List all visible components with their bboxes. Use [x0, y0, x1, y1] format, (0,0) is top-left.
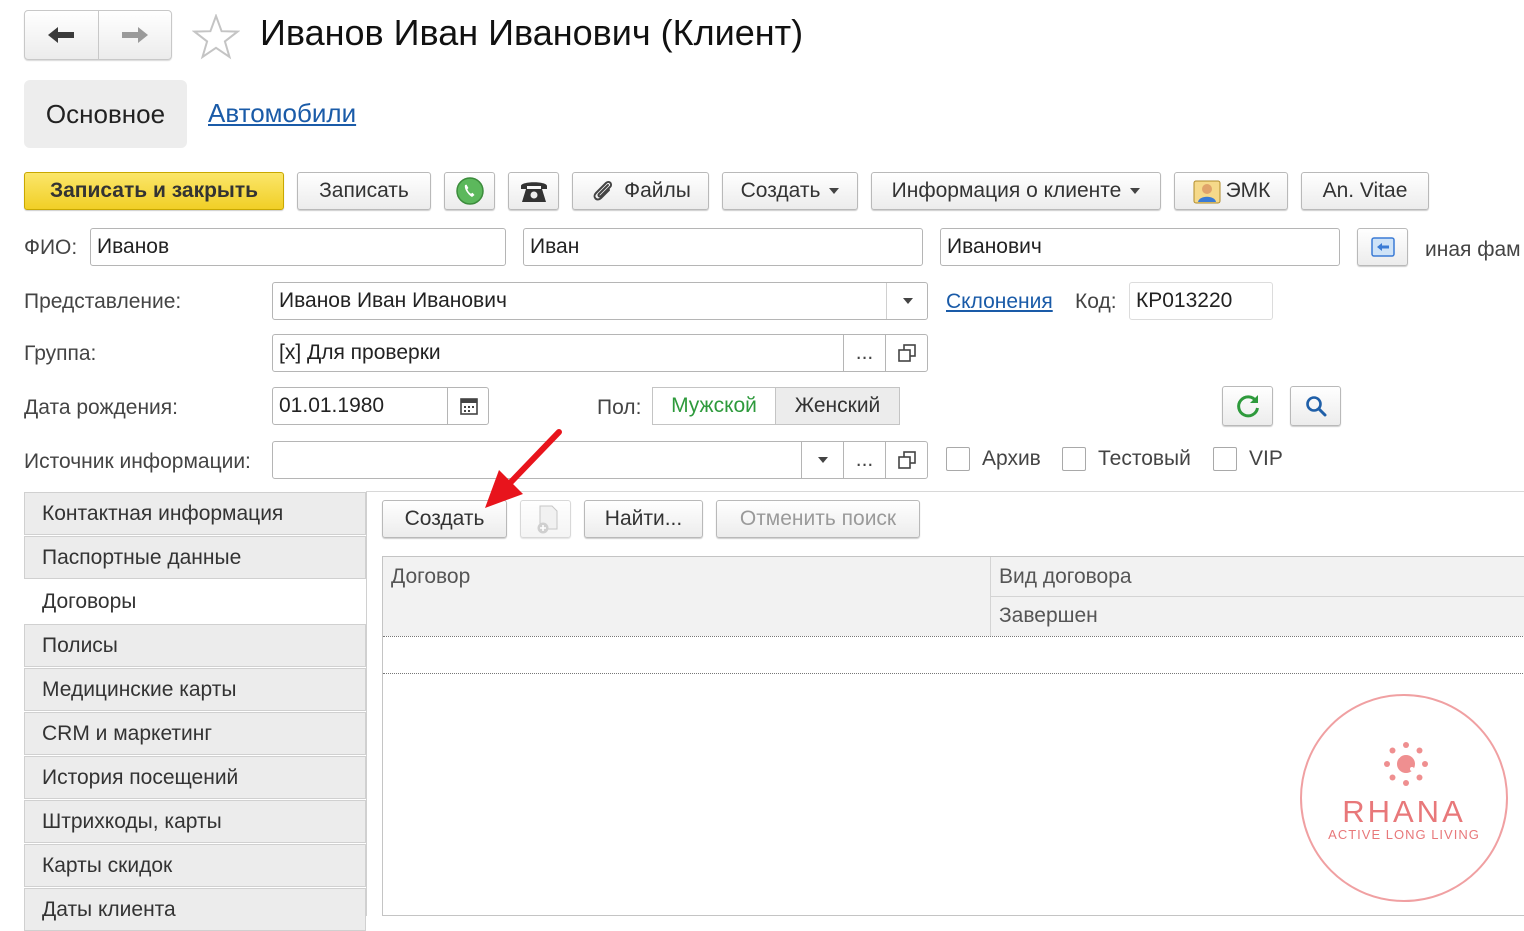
- paperclip-icon: [593, 180, 613, 201]
- name-swap-icon: [1370, 237, 1395, 257]
- presentation-label: Представление:: [24, 290, 182, 313]
- rhana-logo: RHANA ACTIVE LONG LIVING: [1300, 694, 1508, 902]
- fio-label: ФИО:: [24, 236, 78, 259]
- side-item-visit-history[interactable]: История посещений: [24, 756, 366, 799]
- gender-switch: Мужской Женский: [652, 387, 900, 425]
- telephone-icon: [520, 182, 547, 202]
- column-header-completed[interactable]: Завершен: [991, 597, 1524, 636]
- source-select-button[interactable]: ...: [843, 442, 885, 478]
- side-item-policies[interactable]: Полисы: [24, 624, 366, 667]
- contracts-cancel-search-button[interactable]: Отменить поиск: [716, 500, 920, 538]
- tab-cars[interactable]: Автомобили: [208, 98, 356, 129]
- green-phone-icon: [455, 177, 484, 205]
- files-label: Файлы: [624, 179, 691, 202]
- code-field[interactable]: КР013220: [1129, 282, 1273, 320]
- side-item-client-dates[interactable]: Даты клиента: [24, 888, 366, 931]
- checkbox-box[interactable]: [946, 447, 970, 471]
- birth-date-label: Дата рождения:: [24, 396, 178, 419]
- first-name-field[interactable]: Иван: [523, 228, 923, 266]
- swap-name-button[interactable]: [1357, 228, 1408, 266]
- forward-button[interactable]: [97, 11, 172, 59]
- search-button[interactable]: [1290, 386, 1341, 426]
- side-navigation: Контактная информация Паспортные данные …: [24, 492, 366, 931]
- chevron-down-icon: [1130, 188, 1141, 194]
- contracts-find-button[interactable]: Найти...: [584, 500, 703, 538]
- last-name-field[interactable]: Иванов: [90, 228, 506, 266]
- side-item-medical-cards[interactable]: Медицинские карты: [24, 668, 366, 711]
- presentation-dropdown-button[interactable]: [886, 283, 928, 319]
- files-button[interactable]: Файлы: [572, 172, 709, 210]
- test-label: Тестовый: [1098, 447, 1191, 470]
- telephony-button[interactable]: [508, 172, 559, 210]
- emk-button[interactable]: ЭМК: [1174, 172, 1288, 210]
- call-button[interactable]: [444, 172, 495, 210]
- annotation-arrow-icon: [485, 429, 562, 508]
- save-and-close-button[interactable]: Записать и закрыть: [24, 172, 284, 210]
- rhana-brand-text: RHANA: [1342, 794, 1466, 829]
- test-checkbox[interactable]: Тестовый: [1062, 447, 1191, 471]
- create-based-on-button[interactable]: Создать: [722, 172, 858, 210]
- favorite-star-icon[interactable]: [191, 13, 241, 66]
- side-item-barcodes[interactable]: Штрихкоды, карты: [24, 800, 366, 843]
- group-open-button[interactable]: [885, 335, 927, 371]
- table-row[interactable]: [383, 636, 1524, 674]
- calendar-icon: [459, 398, 478, 415]
- page-title: Иванов Иван Иванович (Клиент): [260, 12, 804, 53]
- other-surname-label[interactable]: иная фам: [1425, 238, 1521, 262]
- group-select-button[interactable]: ...: [843, 335, 885, 371]
- save-button[interactable]: Записать: [297, 172, 431, 210]
- vip-checkbox[interactable]: VIP: [1213, 447, 1283, 471]
- vip-label: VIP: [1249, 447, 1283, 470]
- calendar-button[interactable]: [447, 388, 489, 424]
- checkbox-box[interactable]: [1213, 447, 1237, 471]
- column-header-contract[interactable]: Договор: [383, 557, 991, 636]
- refresh-icon: [1236, 395, 1259, 418]
- chevron-down-icon: [817, 457, 828, 463]
- code-label: Код:: [1075, 290, 1117, 313]
- open-window-icon: [897, 344, 916, 362]
- gender-male-option[interactable]: Мужской: [653, 388, 776, 424]
- tab-main[interactable]: Основное: [24, 80, 187, 148]
- side-item-crm[interactable]: CRM и маркетинг: [24, 712, 366, 755]
- arrow-right-icon: [121, 27, 148, 43]
- client-info-button[interactable]: Информация о клиенте: [871, 172, 1161, 210]
- rhana-tagline-text: ACTIVE LONG LIVING: [1328, 827, 1480, 842]
- open-window-icon: [897, 451, 916, 469]
- an-vitae-button[interactable]: An. Vitae: [1301, 172, 1429, 210]
- search-icon: [1305, 396, 1326, 417]
- refresh-button[interactable]: [1222, 386, 1273, 426]
- presentation-field[interactable]: Иванов Иван Иванович: [272, 282, 928, 320]
- back-button[interactable]: [25, 11, 98, 59]
- rhana-emblem-icon: [1384, 742, 1428, 786]
- gender-label: Пол:: [597, 396, 642, 419]
- chevron-down-icon: [829, 188, 840, 194]
- create-label: Создать: [740, 179, 821, 202]
- checkbox-box[interactable]: [1062, 447, 1086, 471]
- patient-card-icon: [1193, 180, 1221, 204]
- chevron-down-icon: [902, 298, 913, 304]
- client-info-label: Информация о клиенте: [891, 179, 1122, 202]
- gender-female-option[interactable]: Женский: [776, 388, 899, 424]
- middle-name-field[interactable]: Иванович: [940, 228, 1340, 266]
- declensions-link[interactable]: Склонения: [946, 290, 1053, 314]
- side-item-discount-cards[interactable]: Карты скидок: [24, 844, 366, 887]
- side-divider: [366, 492, 367, 916]
- archive-checkbox[interactable]: Архив: [946, 447, 1041, 471]
- source-open-button[interactable]: [885, 442, 927, 478]
- side-item-contact-info[interactable]: Контактная информация: [24, 492, 366, 535]
- navigation-buttons: [24, 10, 172, 60]
- side-item-passport[interactable]: Паспортные данные: [24, 536, 366, 579]
- source-dropdown-button[interactable]: [801, 442, 843, 478]
- column-header-contract-type[interactable]: Вид договора: [991, 557, 1524, 597]
- emk-label: ЭМК: [1225, 179, 1271, 202]
- archive-label: Архив: [982, 447, 1041, 470]
- group-field[interactable]: [x] Для проверки: [272, 334, 928, 372]
- source-label: Источник информации:: [24, 450, 251, 473]
- arrow-left-icon: [48, 27, 75, 43]
- group-label: Группа:: [24, 342, 97, 365]
- side-item-contracts[interactable]: Договоры: [24, 580, 366, 623]
